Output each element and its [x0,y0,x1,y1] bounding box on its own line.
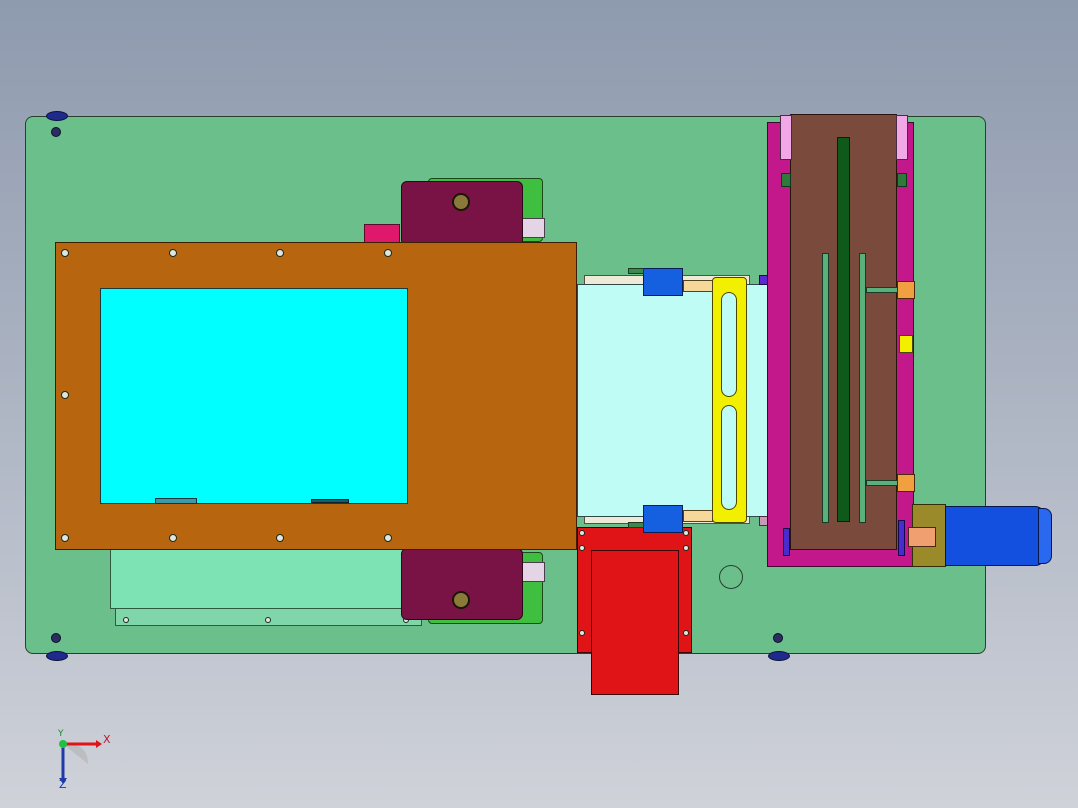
plate-hole [719,565,743,589]
clamp-bottom[interactable] [643,505,683,533]
guide-rail-right [859,253,866,523]
frame-screw [61,249,69,257]
maroon-bolt-top [452,193,470,211]
guide-rail-left [822,253,829,523]
frame-screw [276,534,284,542]
pink-post-right [896,115,908,160]
lower-tray[interactable] [110,545,410,609]
pink-post-left [780,115,792,160]
tray-screw [123,617,129,623]
pink-block [364,224,400,244]
green-tab-left [781,173,791,187]
frame-screw [169,534,177,542]
frame-screw [384,534,392,542]
clamp-arm-top [683,280,713,292]
motor-pin [898,520,905,556]
chute-screw [579,545,585,551]
coupling [908,527,936,547]
yellow-sensor [899,335,913,353]
frame-screw [61,391,69,399]
frame-screw [169,249,177,257]
maroon-block-top[interactable] [401,181,523,246]
tab-bottom [521,562,545,582]
window-clip-left [155,498,197,504]
foot-bottom-right [768,651,790,661]
drive-belt [837,137,850,522]
maroon-bolt-bottom [452,591,470,609]
plate-screw [51,127,61,137]
foot-bottom-left [46,651,68,661]
green-tab-right [897,173,907,187]
window-clip-right [311,499,349,503]
shaft-bottom [866,480,898,486]
chute-screw [683,545,689,551]
maroon-block-bottom[interactable] [401,548,523,620]
motor-pin [783,528,790,556]
axis-x-label: X [103,733,111,746]
chute-screw [579,630,585,636]
axis-z-label: Z [59,778,67,791]
bearing-top [897,281,915,299]
plate-screw [773,633,783,643]
shaft-top [866,287,898,293]
bearing-bottom [897,474,915,492]
yellow-slot-top [721,292,737,397]
red-chute-extension [591,550,679,695]
frame-screw [276,249,284,257]
cad-viewport[interactable]: X Y Z [0,0,1078,808]
plate-screw [51,633,61,643]
chute-screw [683,630,689,636]
axis-y-label: Y [58,729,64,739]
frame-screw [384,249,392,257]
clamp-top[interactable] [643,268,683,296]
clamp-base-bottom [628,522,644,528]
motor-body[interactable] [945,506,1045,566]
chute-screw [579,530,585,536]
tab-top [521,218,545,238]
chute-screw [683,530,689,536]
clamp-arm-bottom [683,510,713,522]
foot-top-left [46,111,68,121]
frame-screw [61,534,69,542]
cyan-window[interactable] [100,288,408,504]
clamp-base-top [628,268,644,274]
yellow-slot-bottom [721,405,737,510]
motor-cap [1038,508,1052,564]
tray-screw [265,617,271,623]
